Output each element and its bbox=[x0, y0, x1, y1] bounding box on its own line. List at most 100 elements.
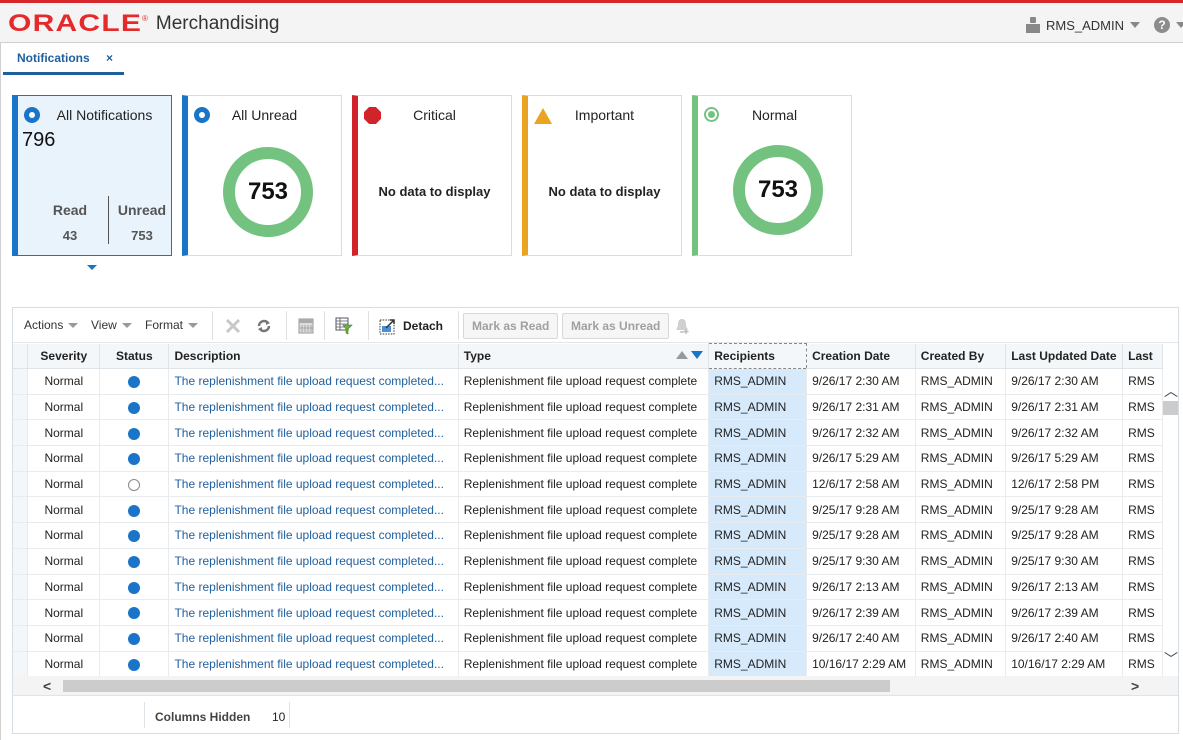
row-header[interactable] bbox=[13, 445, 29, 472]
cell-last-updated-date: 9/26/17 5:29 AM bbox=[1005, 445, 1124, 472]
cell-creation-date: 9/26/17 2:31 AM bbox=[806, 394, 916, 421]
column-header-last[interactable]: Last bbox=[1122, 343, 1163, 369]
vertical-scroll-thumb[interactable] bbox=[1163, 401, 1178, 415]
refresh-icon[interactable] bbox=[255, 317, 273, 335]
cell-description[interactable]: The replenishment file upload request co… bbox=[168, 394, 459, 421]
cell-description[interactable]: The replenishment file upload request co… bbox=[168, 368, 459, 395]
cell-status bbox=[99, 496, 170, 524]
row-header[interactable] bbox=[13, 496, 29, 524]
toolbar-divider bbox=[286, 311, 287, 340]
cell-severity: Normal bbox=[27, 548, 101, 575]
table-row[interactable]: Normal The replenishment file upload requ… bbox=[13, 599, 1163, 626]
cell-description[interactable]: The replenishment file upload request co… bbox=[168, 599, 459, 626]
oracle-logo[interactable]: ORACLE ® Merchandising bbox=[8, 10, 279, 37]
cell-last: RMS bbox=[1122, 522, 1163, 549]
table-row[interactable]: Normal The replenishment file upload requ… bbox=[13, 394, 1163, 421]
column-header-description[interactable]: Description bbox=[168, 343, 459, 369]
table-row[interactable]: Normal The replenishment file upload requ… bbox=[13, 651, 1163, 676]
table-row[interactable]: Normal The replenishment file upload requ… bbox=[13, 625, 1163, 652]
row-header[interactable] bbox=[13, 419, 29, 447]
table-row[interactable]: Normal The replenishment file upload requ… bbox=[13, 574, 1163, 601]
cell-description[interactable]: The replenishment file upload request co… bbox=[168, 419, 459, 447]
scroll-up-icon[interactable]: ︿ bbox=[1164, 381, 1178, 401]
column-header-created-by[interactable]: Created By bbox=[915, 343, 1007, 369]
tile-critical[interactable]: Critical No data to display bbox=[352, 95, 512, 256]
freeze-columns-icon[interactable] bbox=[297, 317, 315, 335]
read-status-icon bbox=[128, 478, 141, 491]
row-header[interactable] bbox=[13, 599, 29, 626]
sort-descending-icon[interactable] bbox=[691, 350, 704, 359]
chevron-down-icon bbox=[188, 322, 199, 328]
cell-status bbox=[99, 574, 170, 601]
cell-last: RMS bbox=[1122, 625, 1163, 652]
table-row[interactable]: Normal The replenishment file upload requ… bbox=[13, 496, 1163, 524]
row-header[interactable] bbox=[13, 471, 29, 498]
table-row[interactable]: Normal The replenishment file upload requ… bbox=[13, 445, 1163, 472]
cell-description[interactable]: The replenishment file upload request co… bbox=[168, 445, 459, 472]
chevron-down-icon bbox=[68, 322, 79, 328]
horizontal-scroll-thumb[interactable] bbox=[63, 680, 890, 692]
column-header-type[interactable]: Type bbox=[458, 343, 710, 369]
row-header[interactable] bbox=[13, 522, 29, 549]
column-header-recipients[interactable]: Recipients bbox=[708, 343, 808, 369]
row-header[interactable] bbox=[13, 394, 29, 421]
close-icon[interactable]: × bbox=[106, 51, 113, 65]
scroll-left-icon[interactable]: < bbox=[43, 678, 51, 694]
table-row[interactable]: Normal The replenishment file upload requ… bbox=[13, 368, 1163, 395]
app-header: ORACLE ® Merchandising RMS_ADMIN ? bbox=[0, 0, 1183, 43]
cell-description[interactable]: The replenishment file upload request co… bbox=[168, 522, 459, 549]
row-header[interactable] bbox=[13, 548, 29, 575]
actions-menu[interactable]: Actions bbox=[24, 318, 79, 332]
row-header[interactable] bbox=[13, 651, 29, 676]
mark-as-read-button[interactable]: Mark as Read bbox=[463, 313, 559, 339]
table-row[interactable]: Normal The replenishment file upload requ… bbox=[13, 471, 1163, 498]
notifications-table-panel: Actions View Format Detach Mark as Read … bbox=[12, 307, 1179, 734]
help-icon[interactable]: ? bbox=[1154, 17, 1171, 33]
total-count: 796 bbox=[22, 129, 56, 151]
cell-description[interactable]: The replenishment file upload request co… bbox=[168, 496, 459, 524]
tile-normal[interactable]: Normal 753 bbox=[692, 95, 852, 256]
cell-creation-date: 9/26/17 2:30 AM bbox=[806, 368, 916, 395]
column-header-status[interactable]: Status bbox=[99, 343, 170, 369]
table-row[interactable]: Normal The replenishment file upload requ… bbox=[13, 522, 1163, 549]
scroll-right-icon[interactable]: > bbox=[1131, 678, 1139, 694]
subscribe-alert-bell-icon[interactable] bbox=[673, 317, 691, 335]
cell-description[interactable]: The replenishment file upload request co… bbox=[168, 625, 459, 652]
cell-description[interactable]: The replenishment file upload request co… bbox=[168, 548, 459, 575]
cell-status bbox=[99, 394, 170, 421]
cell-created-by: RMS_ADMIN bbox=[915, 522, 1007, 549]
cell-last-updated-date: 9/25/17 9:28 AM bbox=[1005, 496, 1124, 524]
horizontal-scrollbar[interactable]: < > bbox=[13, 676, 1178, 696]
tab-notifications[interactable]: Notifications × bbox=[3, 43, 124, 75]
view-menu[interactable]: View bbox=[91, 318, 132, 332]
vertical-scrollbar[interactable]: ︿ ﹀ bbox=[1163, 369, 1178, 676]
detach-button[interactable]: Detach bbox=[379, 313, 443, 339]
help-menu-chevron-icon[interactable] bbox=[1176, 22, 1183, 28]
scroll-down-icon[interactable]: ﹀ bbox=[1164, 649, 1178, 669]
user-menu[interactable]: RMS_ADMIN ? bbox=[1026, 17, 1183, 33]
row-header[interactable] bbox=[13, 574, 29, 601]
table-row[interactable]: Normal The replenishment file upload requ… bbox=[13, 419, 1163, 447]
unread-status-icon bbox=[128, 427, 141, 440]
cell-severity: Normal bbox=[27, 419, 101, 447]
tile-all-notifications[interactable]: All Notifications 796 Read 43 Unread 753 bbox=[12, 95, 172, 256]
column-header-creation-date[interactable]: Creation Date bbox=[806, 343, 916, 369]
unread-status-icon bbox=[128, 581, 141, 594]
format-menu[interactable]: Format bbox=[145, 318, 199, 332]
query-by-example-icon[interactable] bbox=[335, 317, 353, 335]
footer-divider bbox=[289, 702, 290, 728]
unread-summary: Unread 753 bbox=[107, 202, 177, 243]
row-header[interactable] bbox=[13, 368, 29, 395]
column-header-severity[interactable]: Severity bbox=[27, 343, 101, 369]
tile-all-unread[interactable]: All Unread 753 bbox=[182, 95, 342, 256]
delete-icon[interactable] bbox=[224, 317, 242, 335]
column-header-last-updated-date[interactable]: Last Updated Date bbox=[1005, 343, 1124, 369]
row-header[interactable] bbox=[13, 625, 29, 652]
sort-ascending-icon[interactable] bbox=[676, 350, 689, 359]
tile-important[interactable]: Important No data to display bbox=[522, 95, 682, 256]
cell-description[interactable]: The replenishment file upload request co… bbox=[168, 471, 459, 498]
mark-as-unread-button[interactable]: Mark as Unread bbox=[562, 313, 670, 339]
table-row[interactable]: Normal The replenishment file upload requ… bbox=[13, 548, 1163, 575]
cell-description[interactable]: The replenishment file upload request co… bbox=[168, 574, 459, 601]
cell-description[interactable]: The replenishment file upload request co… bbox=[168, 651, 459, 676]
